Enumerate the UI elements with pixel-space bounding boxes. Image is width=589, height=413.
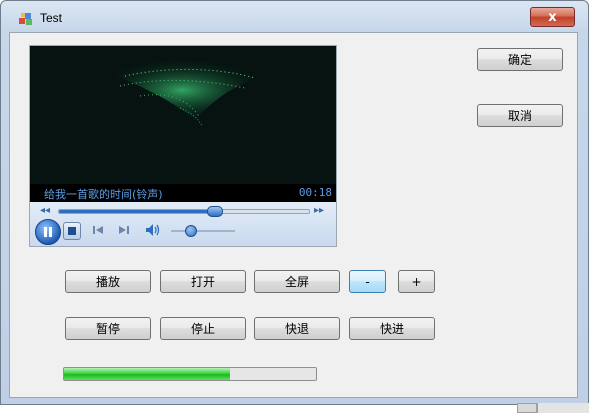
stop-icon	[68, 227, 76, 235]
previous-icon[interactable]	[92, 224, 104, 236]
next-icon[interactable]	[118, 224, 130, 236]
visualizer-graphic	[100, 59, 265, 127]
ok-button[interactable]: 确定	[477, 48, 563, 71]
cancel-button[interactable]: 取消	[477, 104, 563, 127]
play-button[interactable]: 播放	[65, 270, 151, 293]
close-icon: x	[548, 9, 557, 25]
video-visualization	[30, 46, 336, 184]
elapsed-time: 00:18	[298, 186, 332, 199]
pause-text-button[interactable]: 暂停	[65, 317, 151, 340]
track-title: 给我一首歌的时间(铃声)	[44, 188, 163, 201]
stop-button[interactable]	[63, 222, 81, 240]
seek-bar-fill	[59, 210, 214, 213]
media-player[interactable]: 给我一首歌的时间(铃声) 00:18 ◂◂ ▸▸	[29, 45, 337, 247]
seek-bar[interactable]	[58, 206, 310, 217]
app-icon	[19, 13, 32, 25]
close-button[interactable]: x	[530, 7, 575, 27]
open-button[interactable]: 打开	[160, 270, 246, 293]
progress-bar	[63, 367, 317, 381]
volume-icon[interactable]	[145, 223, 161, 237]
volume-down-button[interactable]: -	[349, 270, 386, 293]
window-title: Test	[40, 11, 63, 25]
rewind-button[interactable]: 快退	[254, 317, 340, 340]
pause-button[interactable]	[35, 219, 61, 245]
scroll-down-arrow[interactable]	[517, 403, 537, 413]
forward-button[interactable]: 快进	[349, 317, 435, 340]
scrollbar-track	[537, 403, 589, 413]
fast-forward-icon[interactable]: ▸▸	[314, 205, 324, 216]
stop-text-button[interactable]: 停止	[160, 317, 246, 340]
track-info-bar: 给我一首歌的时间(铃声) 00:18	[30, 184, 336, 202]
pause-icon	[44, 227, 52, 237]
volume-slider[interactable]	[171, 230, 235, 232]
title-bar[interactable]: Test x	[1, 1, 588, 32]
fullscreen-button[interactable]: 全屏	[254, 270, 340, 293]
rewind-icon[interactable]: ◂◂	[40, 205, 50, 216]
volume-thumb[interactable]	[185, 225, 198, 237]
seek-thumb[interactable]	[207, 206, 223, 217]
progress-bar-fill	[64, 368, 231, 380]
volume-up-button[interactable]: +	[398, 270, 435, 293]
player-controls: ◂◂ ▸▸	[30, 202, 336, 246]
